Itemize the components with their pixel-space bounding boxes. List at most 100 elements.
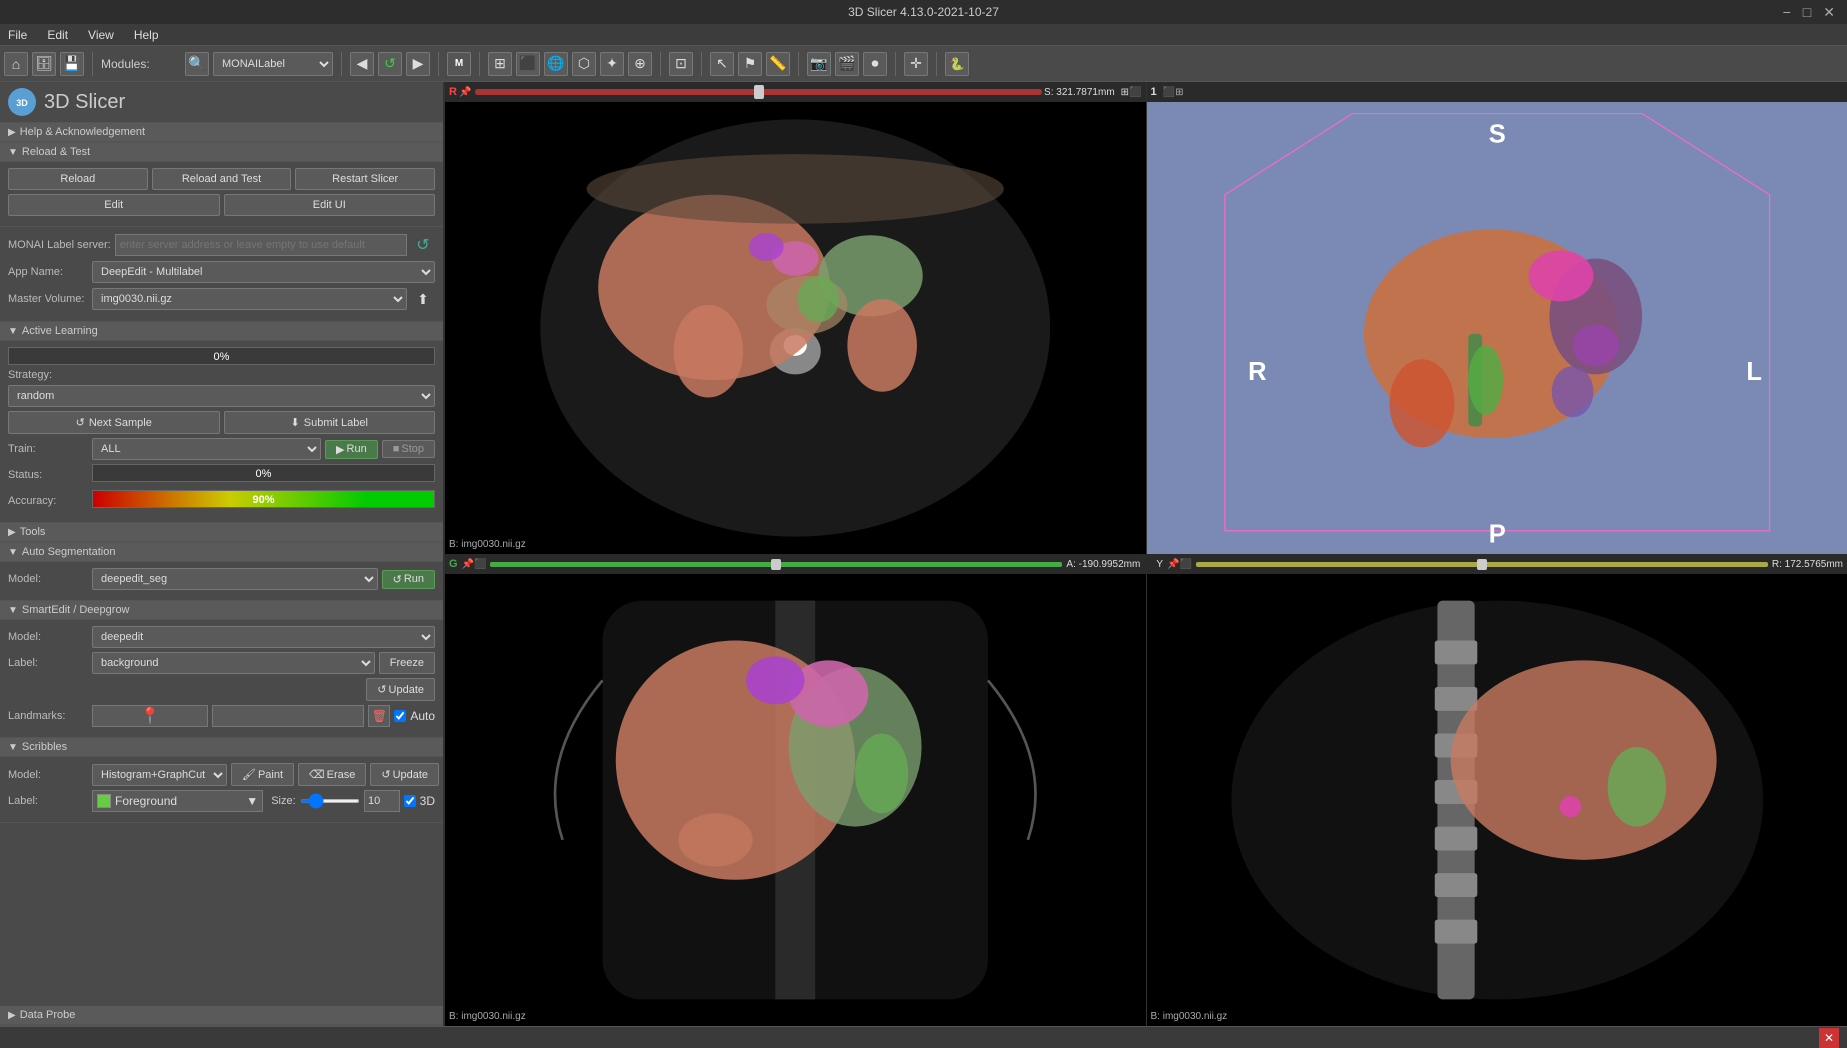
right-content: R 📌 S: 321.7871mm ⊞⬛	[445, 82, 1847, 1026]
accuracy-label: Accuracy:	[8, 495, 88, 507]
module-selector[interactable]: MONAILabel	[213, 52, 333, 76]
layout-icon-1[interactable]: ⊞	[488, 52, 512, 76]
stop-button[interactable]: ■ Stop	[382, 440, 435, 458]
train-select[interactable]: ALL	[92, 438, 321, 460]
menu-help[interactable]: Help	[130, 26, 163, 44]
modules-label: Modules:	[101, 57, 181, 71]
upload-icon[interactable]: ⬆	[411, 287, 435, 311]
run-button[interactable]: ▶ Run	[325, 440, 378, 459]
auto-run-button[interactable]: ↺ Run	[382, 570, 435, 589]
server-input[interactable]	[115, 234, 407, 256]
axial-slider[interactable]	[475, 89, 1042, 95]
se-label-select[interactable]: background	[92, 652, 375, 674]
size-number-input[interactable]	[364, 790, 400, 812]
landmark-text-input[interactable]	[212, 705, 364, 727]
landmark-delete-button[interactable]: 🗑	[368, 705, 390, 727]
sagittal-svg	[1147, 574, 1847, 1026]
axial-top-bar: R 📌 S: 321.7871mm ⊞⬛	[445, 82, 1146, 102]
menu-view[interactable]: View	[84, 26, 118, 44]
update-icon: ↺	[377, 683, 386, 696]
crosshair-icon[interactable]: ✛	[904, 52, 928, 76]
axial-ct-view[interactable]: B: img0030.nii.gz	[445, 102, 1146, 554]
save-icon[interactable]: 💾	[60, 52, 84, 76]
yellow-view-label: Y	[1156, 559, 1163, 570]
flag-icon[interactable]: ⚑	[738, 52, 762, 76]
data-icon[interactable]: 🗄	[32, 52, 56, 76]
update-button[interactable]: ↺ Update	[366, 678, 435, 701]
status-label: Status:	[8, 469, 88, 481]
bottom-close-button[interactable]: ✕	[1819, 1028, 1839, 1048]
cursor-icon[interactable]: ↖	[710, 52, 734, 76]
scribbles-erase-button[interactable]: ⌫ Erase	[298, 763, 366, 786]
restore-button[interactable]: □	[1799, 4, 1815, 21]
tools-header[interactable]: ▶ Tools	[0, 523, 443, 542]
3d-svg: S R L P	[1147, 102, 1847, 554]
reload-header[interactable]: ▼ Reload & Test	[0, 143, 443, 162]
master-volume-label: Master Volume:	[8, 293, 88, 305]
scribbles-model-select[interactable]: Histogram+GraphCut	[92, 764, 227, 786]
record-icon[interactable]: ⏺	[863, 52, 887, 76]
minimize-button[interactable]: −	[1779, 4, 1795, 21]
auto-model-label: Model:	[8, 573, 88, 585]
sagittal-ct-view[interactable]: B: img0030.nii.gz	[1147, 574, 1847, 1026]
3d-ct-view[interactable]: S R L P	[1147, 102, 1847, 554]
layout-icon-2[interactable]: ⬛	[516, 52, 540, 76]
layout-icon-5[interactable]: ✦	[600, 52, 624, 76]
submit-label-button[interactable]: ⬇ Submit Label	[224, 411, 436, 434]
video-icon[interactable]: 🎬	[835, 52, 859, 76]
auto-seg-header[interactable]: ▼ Auto Segmentation	[0, 543, 443, 562]
yellow-slider[interactable]	[1196, 562, 1768, 567]
measure-icon[interactable]: 📏	[766, 52, 790, 76]
green-slider[interactable]	[490, 562, 1062, 567]
app-title: 3D Slicer 4.13.0-2021-10-27	[848, 5, 999, 19]
reload-and-test-button[interactable]: Reload and Test	[152, 168, 292, 190]
scribbles-header[interactable]: ▼ Scribbles	[0, 738, 443, 757]
close-button[interactable]: ✕	[1819, 4, 1839, 21]
server-refresh-icon[interactable]: ↺	[411, 233, 435, 257]
reload-button[interactable]: Reload	[8, 168, 148, 190]
auto-model-select[interactable]: deepedit_seg	[92, 568, 378, 590]
auto-checkbox[interactable]	[394, 710, 406, 722]
master-volume-select[interactable]: img0030.nii.gz	[92, 288, 407, 310]
layout-icon-3[interactable]: 🌐	[544, 52, 568, 76]
restart-slicer-button[interactable]: Restart Slicer	[295, 168, 435, 190]
view-icon-1[interactable]: ⊡	[669, 52, 693, 76]
active-learning-header[interactable]: ▼ Active Learning	[0, 322, 443, 341]
strategy-select[interactable]: random	[8, 385, 435, 407]
home-icon[interactable]: ⌂	[4, 52, 28, 76]
next-sample-button[interactable]: ↺ Next Sample	[8, 411, 220, 434]
scribbles-paint-button[interactable]: 🖌 Paint	[231, 763, 294, 786]
strategy-row: Strategy:	[8, 369, 435, 381]
edit-button[interactable]: Edit	[8, 194, 220, 216]
erase-icon: ⌫	[309, 768, 325, 781]
smartedit-header[interactable]: ▼ SmartEdit / Deepgrow	[0, 601, 443, 620]
layout-icon-6[interactable]: ⊕	[628, 52, 652, 76]
threed-checkbox[interactable]	[404, 795, 416, 807]
menu-edit[interactable]: Edit	[43, 26, 72, 44]
layout-icon-4[interactable]: ⬡	[572, 52, 596, 76]
data-probe-header[interactable]: ▶ Data Probe	[0, 1006, 443, 1025]
help-header[interactable]: ▶ Help & Acknowledgement	[0, 123, 443, 142]
size-slider[interactable]	[300, 799, 360, 803]
python-icon[interactable]: 🐍	[945, 52, 969, 76]
screenshot-icon[interactable]: 📷	[807, 52, 831, 76]
status-progress: 0%	[92, 464, 435, 482]
scribbles-label-selector[interactable]: Foreground ▼	[92, 790, 263, 812]
auto-run-icon: ↺	[393, 573, 402, 586]
app-name-select[interactable]: DeepEdit - Multilabel	[92, 261, 435, 283]
edit-ui-button[interactable]: Edit UI	[224, 194, 436, 216]
prev-module-icon[interactable]: ◀	[350, 52, 374, 76]
landmark-input-field[interactable]: 📍	[92, 705, 208, 727]
freeze-button[interactable]: Freeze	[379, 652, 435, 674]
coronal-ct-view[interactable]: B: img0030.nii.gz	[445, 574, 1146, 1026]
search-modules-icon[interactable]: 🔍	[185, 52, 209, 76]
update-label: Update	[389, 684, 424, 696]
menu-file[interactable]: File	[4, 26, 31, 44]
reload-content: Reload Reload and Test Restart Slicer Ed…	[0, 162, 443, 226]
monai-icon[interactable]: M	[447, 52, 471, 76]
reload-icon[interactable]: ↺	[378, 52, 402, 76]
next-module-icon[interactable]: ▶	[406, 52, 430, 76]
se-model-select[interactable]: deepedit	[92, 626, 435, 648]
toolbar: ⌂ 🗄 💾 Modules: 🔍 MONAILabel ◀ ↺ ▶ M ⊞ ⬛ …	[0, 46, 1847, 82]
scribbles-update-button[interactable]: ↺ Update	[370, 763, 439, 786]
